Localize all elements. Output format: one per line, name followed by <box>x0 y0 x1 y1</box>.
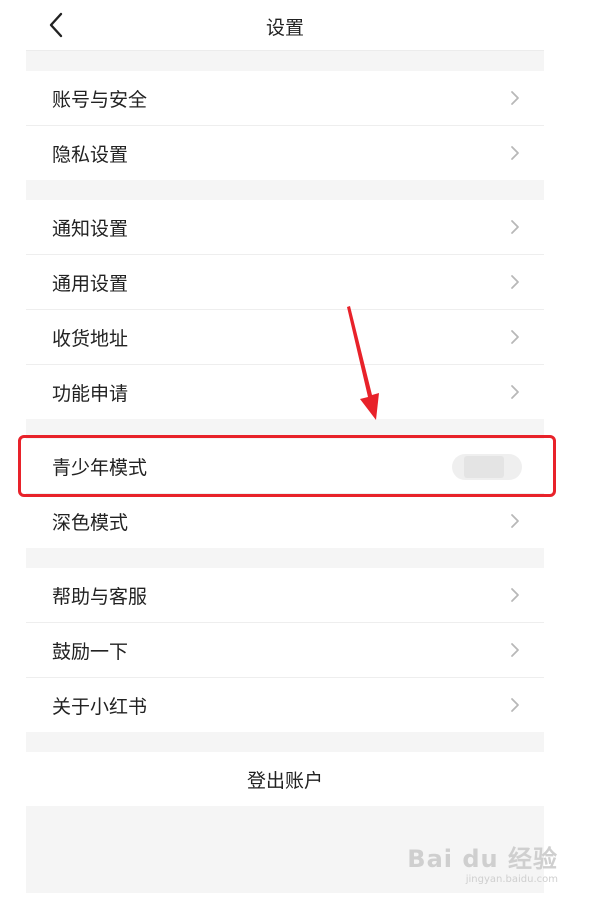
logout-label: 登出账户 <box>246 770 323 792</box>
chevron-right-icon <box>511 514 519 528</box>
settings-item-feature-request[interactable]: 功能申请 <box>26 365 544 419</box>
watermark-url: jingyan.baidu.com <box>465 874 558 885</box>
settings-item-rate[interactable]: 鼓励一下 <box>26 623 544 678</box>
blurred-area <box>464 456 504 478</box>
settings-item-shipping-address[interactable]: 收货地址 <box>26 310 544 365</box>
settings-item-label: 帮助与客服 <box>52 586 148 608</box>
settings-item-dark-mode[interactable]: 深色模式 <box>26 494 544 548</box>
logout-button[interactable]: 登出账户 <box>26 752 544 806</box>
chevron-right-icon <box>511 588 519 602</box>
settings-item-label: 隐私设置 <box>52 144 129 166</box>
header-bar: 设置 <box>26 0 544 51</box>
settings-item-label: 通用设置 <box>52 273 129 295</box>
chevron-right-icon <box>511 330 519 344</box>
logout-group: 登出账户 <box>26 752 544 806</box>
settings-item-help[interactable]: 帮助与客服 <box>26 568 544 623</box>
settings-item-label: 通知设置 <box>52 218 129 240</box>
settings-item-notifications[interactable]: 通知设置 <box>26 200 544 255</box>
chevron-right-icon <box>511 275 519 289</box>
settings-item-general[interactable]: 通用设置 <box>26 255 544 310</box>
settings-item-label: 功能申请 <box>52 383 129 405</box>
page-title: 设置 <box>265 17 304 39</box>
chevron-right-icon <box>511 698 519 712</box>
settings-item-label: 鼓励一下 <box>52 641 129 663</box>
settings-group-general: 通知设置 通用设置 收货地址 功能申请 <box>26 200 544 419</box>
settings-item-label: 收货地址 <box>52 328 129 350</box>
chevron-right-icon <box>511 91 519 105</box>
settings-item-label: 关于小红书 <box>52 696 148 718</box>
settings-item-label: 青少年模式 <box>52 457 148 479</box>
settings-group-modes: 青少年模式 深色模式 <box>26 439 544 548</box>
settings-item-label: 账号与安全 <box>52 89 148 111</box>
settings-item-about[interactable]: 关于小红书 <box>26 678 544 732</box>
chevron-right-icon <box>511 385 519 399</box>
settings-screen: 设置 账号与安全 隐私设置 通知设置 通用设置 收货地址 功能申请 青少年模式 … <box>26 0 544 893</box>
chevron-right-icon <box>511 220 519 234</box>
teen-mode-toggle[interactable] <box>452 454 522 480</box>
watermark-logo: Bai du 经验 <box>407 845 558 873</box>
settings-group-support: 帮助与客服 鼓励一下 关于小红书 <box>26 568 544 732</box>
settings-item-teen-mode[interactable]: 青少年模式 <box>26 439 544 494</box>
settings-group-account: 账号与安全 隐私设置 <box>26 71 544 180</box>
settings-item-privacy[interactable]: 隐私设置 <box>26 126 544 180</box>
settings-item-account-security[interactable]: 账号与安全 <box>26 71 544 126</box>
watermark: Bai du 经验 jingyan.baidu.com <box>407 839 558 885</box>
settings-item-label: 深色模式 <box>52 512 129 534</box>
chevron-right-icon <box>511 146 519 160</box>
chevron-right-icon <box>511 643 519 657</box>
